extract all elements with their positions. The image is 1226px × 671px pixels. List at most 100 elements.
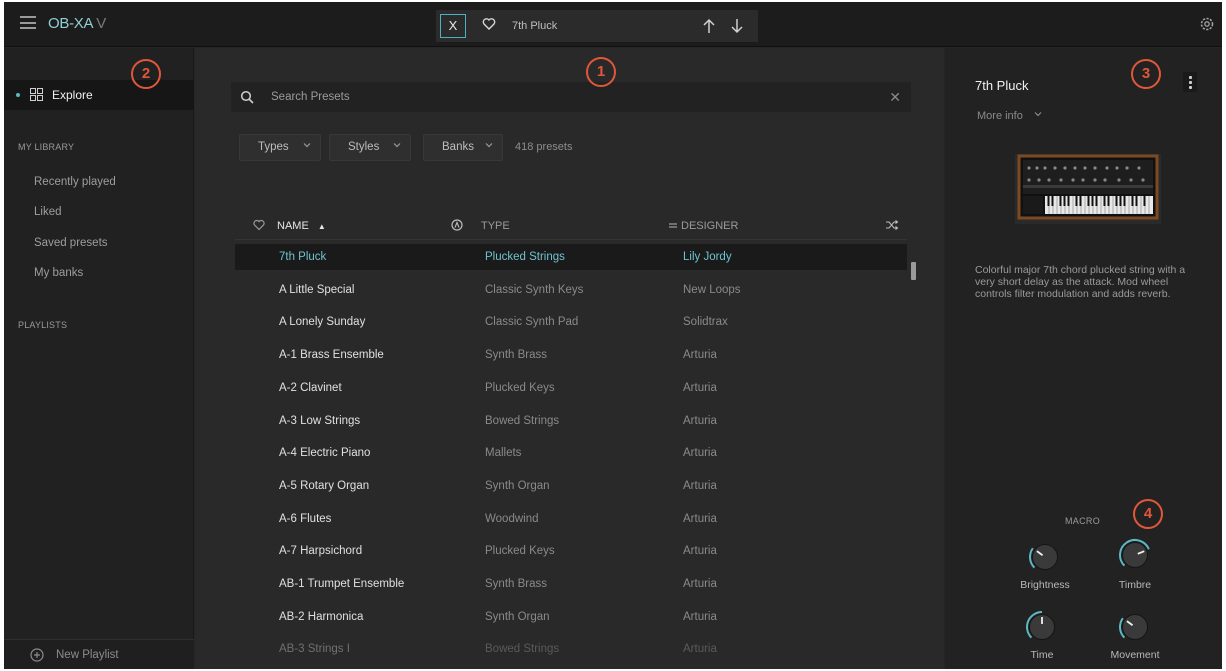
preset-bar: X 7th Pluck [436, 10, 758, 42]
annotation-marker: 1 [586, 57, 616, 87]
banks-filter-label: Banks [442, 141, 474, 153]
preset-name-cell: A-5 Rotary Organ [279, 479, 370, 492]
preset-designer-cell: Arturia [683, 349, 717, 362]
table-row[interactable]: AB-2 Harmonica Synth Organ Arturia [235, 604, 907, 630]
preset-designer-cell: Arturia [683, 414, 717, 427]
annotation-marker: 3 [1131, 59, 1161, 89]
sort-ascending-icon: ▲ [317, 222, 326, 231]
preset-type-cell: Plucked Strings [485, 251, 565, 263]
active-dot [16, 93, 20, 97]
menu-icon[interactable] [20, 16, 36, 29]
more-options-icon[interactable] [1183, 72, 1197, 92]
time-knob[interactable] [1025, 610, 1059, 644]
timbre-knob[interactable] [1118, 538, 1152, 572]
preset-name-cell: A-3 Low Strings [279, 414, 361, 427]
table-row[interactable]: A-7 Harpsichord Plucked Keys Arturia [235, 538, 907, 564]
preset-name-cell: A-2 Clavinet [279, 381, 342, 394]
preset-name-cell: AB-3 Strings I [279, 643, 350, 656]
timbre-label: Timbre [1118, 579, 1152, 591]
preset-name-cell: A-1 Brass Ensemble [279, 349, 384, 362]
list-icon [669, 223, 677, 228]
heart-icon[interactable] [482, 17, 496, 31]
preset-name-cell: A-7 Harpsichord [279, 545, 363, 558]
playlists-heading: PLAYLISTS [18, 320, 68, 330]
chevron-down-icon [485, 143, 493, 148]
preset-type-cell: Plucked Keys [485, 545, 555, 558]
styles-filter[interactable]: Styles [329, 134, 411, 161]
table-row[interactable]: A-2 Clavinet Plucked Keys Arturia [235, 375, 907, 401]
preset-name-cell: A Lonely Sunday [279, 316, 366, 329]
preset-type-cell: Synth Organ [485, 479, 550, 492]
preset-designer-cell: Arturia [683, 578, 717, 590]
table-row[interactable]: AB-1 Trumpet Ensemble Synth Brass Arturia [235, 571, 907, 597]
preset-type-cell: Bowed Strings [485, 414, 560, 427]
table-row[interactable]: A-1 Brass Ensemble Synth Brass Arturia [235, 342, 907, 368]
preset-designer-cell: Arturia [683, 545, 717, 558]
movement-knob[interactable] [1118, 610, 1152, 644]
preset-type-cell: Bowed Strings [485, 643, 560, 656]
preset-type-cell: Synth Organ [485, 610, 550, 623]
preset-designer-cell: Solidtrax [683, 316, 728, 329]
table-row[interactable]: A Lonely Sunday Classic Synth Pad Solidtra… [235, 309, 907, 335]
new-playlist-button[interactable]: New Playlist [4, 639, 194, 669]
banks-filter[interactable]: Banks [423, 134, 503, 161]
sidebar-item-recently-played[interactable]: Recently played [34, 176, 116, 188]
preset-type-cell: Classic Synth Keys [485, 283, 584, 296]
preset-designer-cell: Arturia [683, 479, 717, 492]
sidebar-item-my-banks[interactable]: My banks [34, 267, 83, 279]
brightness-knob[interactable] [1028, 540, 1062, 574]
grid-icon [30, 88, 43, 101]
preset-name-cell: 7th Pluck [279, 251, 327, 263]
sidebar-item-explore-label: Explore [52, 88, 93, 102]
sidebar-item-saved-presets[interactable]: Saved presets [34, 237, 108, 249]
types-filter-label: Types [258, 141, 289, 153]
shuffle-icon[interactable] [885, 219, 899, 231]
annotation-marker: 4 [1133, 499, 1163, 529]
preset-designer-cell: New Loops [683, 283, 741, 296]
current-preset-name[interactable]: 7th Pluck [512, 20, 557, 32]
column-header-type[interactable]: TYPE [481, 220, 510, 232]
preset-name-cell: A-4 Electric Piano [279, 447, 371, 460]
close-button[interactable]: X [440, 14, 466, 38]
preset-designer-cell: Arturia [683, 512, 717, 525]
preset-type-cell: Synth Brass [485, 349, 547, 362]
arrow-down-icon[interactable] [728, 16, 746, 36]
column-header-name[interactable]: NAME ▲ [277, 220, 326, 232]
table-row[interactable]: A-4 Electric Piano Mallets Arturia [235, 440, 907, 466]
table-row[interactable]: A-6 Flutes Woodwind Arturia [235, 506, 907, 532]
search-icon [240, 90, 254, 104]
gear-icon[interactable] [1198, 15, 1216, 33]
search-input[interactable]: Search Presets ✕ [231, 82, 911, 112]
knob-body [1122, 614, 1148, 640]
plus-circle-icon [30, 648, 44, 662]
preset-type-cell: Plucked Keys [485, 381, 555, 394]
table-row[interactable]: A-5 Rotary Organ Synth Organ Arturia [235, 473, 907, 499]
sidebar-item-explore[interactable]: Explore [4, 80, 194, 110]
app-title-text: OB-XA [48, 15, 93, 32]
table-row[interactable]: AB-3 Strings I Bowed Strings Arturia [235, 636, 907, 662]
list-scrollbar[interactable] [911, 262, 916, 280]
clear-search-icon[interactable]: ✕ [889, 89, 901, 106]
more-info-label: More info [977, 110, 1023, 122]
preset-type-cell: Woodwind [485, 512, 539, 525]
header-divider [235, 239, 907, 240]
table-row[interactable]: A-3 Low Strings Bowed Strings Arturia [235, 408, 907, 434]
table-row[interactable]: A Little Special Classic Synth Keys New Lo… [235, 277, 907, 303]
heart-icon[interactable] [253, 219, 265, 231]
sidebar-item-liked[interactable]: Liked [34, 206, 62, 218]
synth-image [1015, 154, 1161, 224]
chevron-down-icon [393, 143, 401, 148]
app-title-suffix: V [96, 15, 106, 32]
column-header-designer[interactable]: DESIGNER [681, 220, 738, 232]
more-info-toggle[interactable]: More info [977, 110, 1042, 122]
table-row[interactable]: 7th Pluck Plucked Strings Lily Jordy [235, 244, 907, 270]
preset-type-cell: Mallets [485, 447, 522, 460]
preset-designer-cell: Arturia [683, 610, 717, 623]
my-library-heading: MY LIBRARY [18, 142, 75, 152]
annotation-marker: 2 [131, 59, 161, 89]
app-window: OB-XA V X 7th Pluck Explore MY LIBRARY R… [4, 2, 1222, 669]
preset-designer-cell: Arturia [683, 381, 717, 394]
arrow-up-icon[interactable] [700, 16, 718, 36]
types-filter[interactable]: Types [239, 134, 321, 161]
preset-designer-cell: Arturia [683, 643, 717, 656]
